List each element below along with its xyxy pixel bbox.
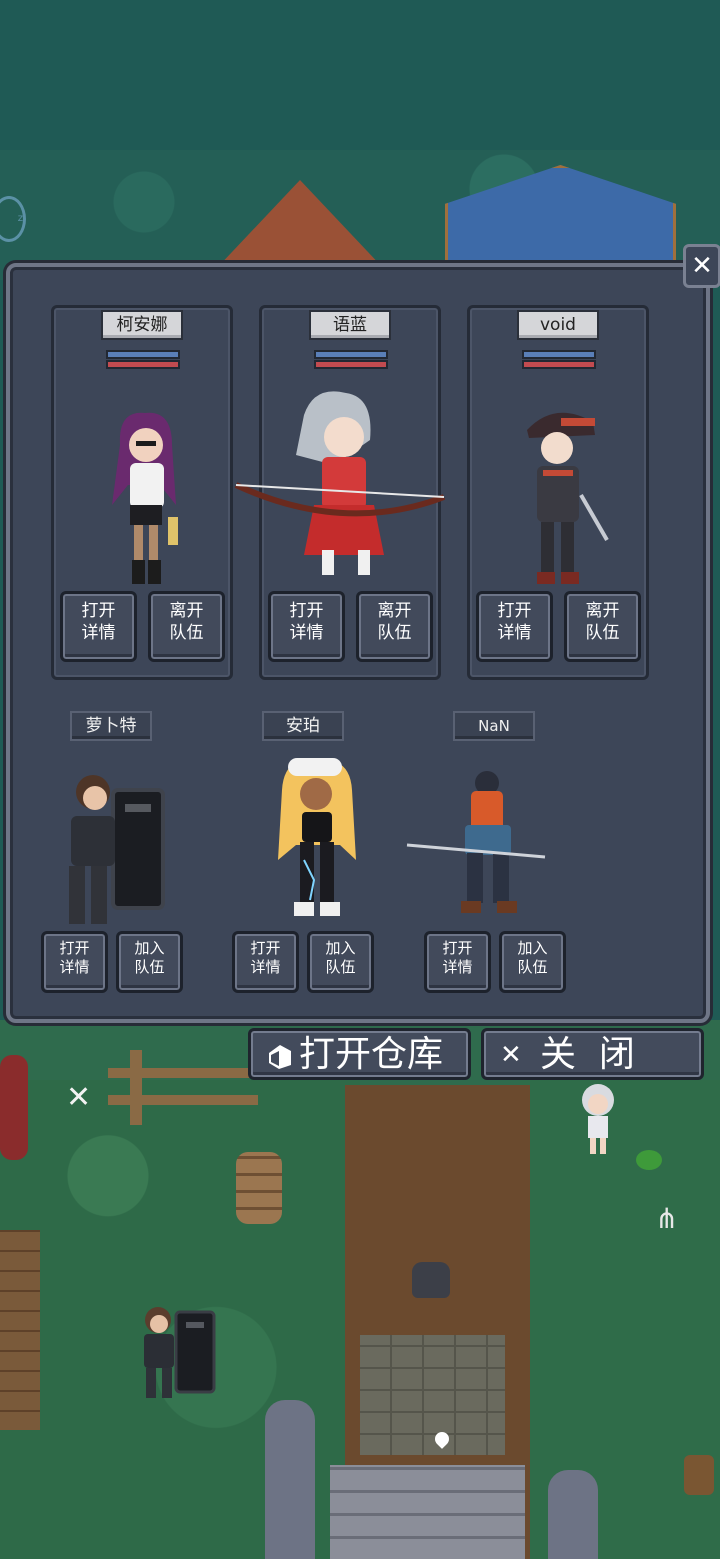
character-portrait[interactable] xyxy=(100,405,190,590)
cat-npc[interactable] xyxy=(412,1262,450,1298)
join-party-button[interactable]: 加入 队伍 xyxy=(116,931,183,993)
leave-party-button[interactable]: 离开 队伍 xyxy=(356,591,433,662)
leave-party-button[interactable]: 离开 队伍 xyxy=(148,591,225,662)
close-icon[interactable]: ✕ xyxy=(683,244,720,288)
gas-tank xyxy=(0,1055,28,1160)
member-name: 安珀 xyxy=(262,711,344,741)
stone-pillar xyxy=(548,1470,598,1559)
member-name: 柯安娜 xyxy=(101,310,183,340)
details-button[interactable]: 打开 详情 xyxy=(424,931,491,993)
character-portrait[interactable] xyxy=(55,768,170,930)
member-name: 萝卜特 xyxy=(70,711,152,741)
girl-npc[interactable] xyxy=(568,1078,628,1156)
open-warehouse-button[interactable]: 打开仓库 xyxy=(248,1028,471,1080)
close-label: 关 闭 xyxy=(540,1034,635,1075)
character-portrait[interactable] xyxy=(515,400,615,590)
stone-floor xyxy=(360,1335,505,1455)
mp-bar xyxy=(522,350,596,359)
stone-stairs xyxy=(330,1465,525,1559)
details-button[interactable]: 打开 详情 xyxy=(60,591,137,662)
rake-icon[interactable]: ⋔ xyxy=(655,1202,678,1235)
shield-soldier-npc[interactable] xyxy=(128,1300,224,1400)
boardwalk xyxy=(0,1230,40,1430)
stone-pillar xyxy=(265,1400,315,1559)
member-name: void xyxy=(517,310,599,340)
hp-bar xyxy=(106,360,180,369)
frog-npc[interactable] xyxy=(636,1150,662,1170)
mp-bar xyxy=(314,350,388,359)
crate-icon xyxy=(269,1045,291,1069)
join-party-button[interactable]: 加入 队伍 xyxy=(499,931,566,993)
member-name: 语蓝 xyxy=(309,310,391,340)
barrel[interactable] xyxy=(236,1152,282,1224)
member-name: NaN xyxy=(453,711,535,741)
details-button[interactable]: 打开 详情 xyxy=(476,591,553,662)
leave-party-button[interactable]: 离开 队伍 xyxy=(564,591,641,662)
x-icon: ✕ xyxy=(500,1040,522,1070)
character-portrait[interactable] xyxy=(270,750,370,930)
join-party-button[interactable]: 加入 队伍 xyxy=(307,931,374,993)
mp-bar xyxy=(106,350,180,359)
details-button[interactable]: 打开 详情 xyxy=(41,931,108,993)
water-background xyxy=(0,0,720,170)
fence-post xyxy=(130,1050,142,1125)
character-portrait[interactable] xyxy=(234,385,449,580)
details-button[interactable]: 打开 详情 xyxy=(268,591,345,662)
hp-bar xyxy=(314,360,388,369)
tools-icon[interactable]: ✕ xyxy=(66,1080,91,1115)
warehouse-label: 打开仓库 xyxy=(299,1034,444,1075)
character-portrait[interactable] xyxy=(405,765,550,917)
close-button[interactable]: ✕ 关 闭 xyxy=(481,1028,704,1080)
hp-bar xyxy=(522,360,596,369)
details-button[interactable]: 打开 详情 xyxy=(232,931,299,993)
log-stump xyxy=(684,1455,714,1495)
